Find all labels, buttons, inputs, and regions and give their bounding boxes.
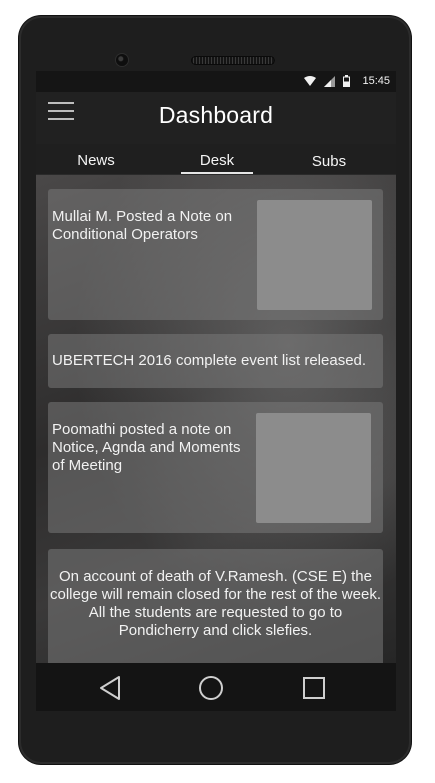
recents-icon[interactable]	[301, 675, 327, 701]
tab-subs[interactable]: Subs	[269, 153, 389, 170]
feed-card-thumbnail	[256, 413, 371, 523]
feed-card-text: On account of death of V.Ramesh. (CSE E)…	[50, 568, 381, 639]
feed-card[interactable]: UBERTECH 2016 complete event list releas…	[48, 334, 383, 388]
feed-card-text: Mullai M. Posted a Note on Conditional O…	[52, 208, 233, 243]
front-camera	[116, 54, 128, 66]
feed-card[interactable]: On account of death of V.Ramesh. (CSE E)…	[48, 549, 383, 663]
page-title: Dashboard	[158, 102, 274, 128]
feed-card[interactable]: Mullai M. Posted a Note on Conditional O…	[48, 189, 383, 320]
feed-card-text: UBERTECH 2016 complete event list releas…	[52, 352, 367, 369]
tab-desk[interactable]: Desk	[157, 152, 277, 169]
feed-card-thumbnail	[257, 200, 372, 310]
app-screen: 15:45 Dashboard News Desk Subs Mullai M.…	[36, 71, 396, 711]
battery-icon	[343, 75, 351, 87]
feed-card[interactable]: Poomathi posted a note on Notice, Agnda …	[48, 402, 383, 533]
selected-tab-indicator	[181, 172, 253, 174]
wifi-icon	[304, 75, 317, 87]
status-time: 15:45	[362, 75, 390, 87]
earpiece-speaker	[191, 56, 275, 65]
system-nav-bar	[36, 663, 396, 711]
back-icon[interactable]	[98, 675, 124, 701]
feed-card-text: Poomathi posted a note on Notice, Agnda …	[52, 421, 241, 474]
tab-bar: News Desk Subs	[36, 144, 396, 175]
home-icon[interactable]	[198, 675, 224, 701]
status-bar: 15:45	[36, 71, 396, 92]
feed-list: Mullai M. Posted a Note on Conditional O…	[36, 175, 396, 663]
signal-icon	[324, 75, 336, 87]
tab-news[interactable]: News	[36, 152, 156, 169]
app-bar: Dashboard	[36, 92, 396, 144]
